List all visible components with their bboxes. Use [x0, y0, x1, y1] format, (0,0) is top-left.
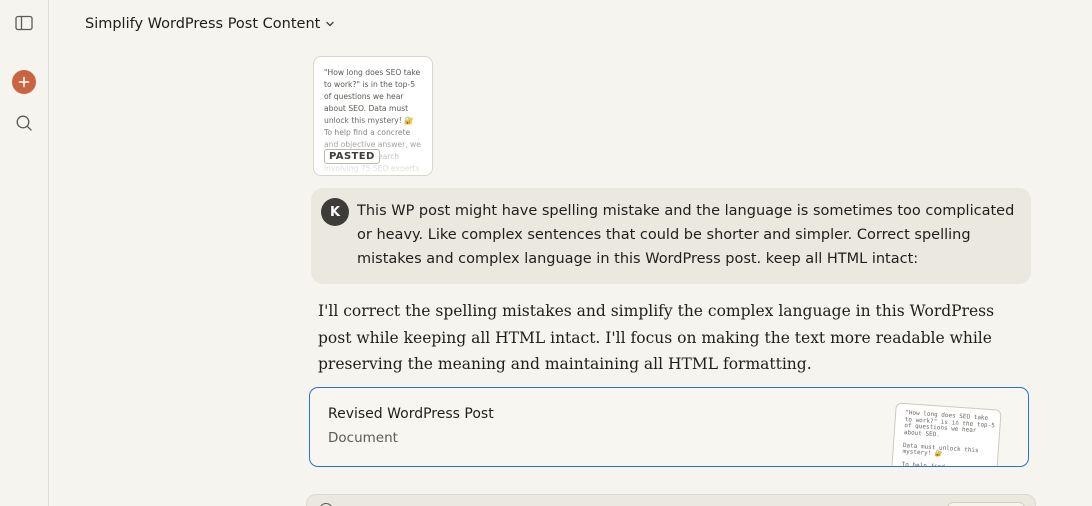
message-composer[interactable] — [306, 494, 1036, 506]
user-message-text: This WP post might have spelling mistake… — [357, 203, 1015, 267]
chat-title-dropdown[interactable]: Simplify WordPress Post Content — [85, 14, 335, 34]
new-chat-button[interactable] — [12, 70, 36, 94]
user-message: K This WP post might have spelling mista… — [311, 188, 1031, 284]
pasted-fade-overlay — [314, 115, 432, 175]
artifact-thumbnail: "How long does SEO take to work?" is in … — [890, 402, 1002, 467]
chevron-down-icon — [326, 21, 334, 27]
pasted-content-card[interactable]: "How long does SEO take to work?" is in … — [313, 56, 433, 176]
search-icon[interactable] — [15, 114, 33, 132]
composer-button[interactable] — [947, 502, 1025, 506]
plus-icon — [18, 76, 30, 88]
pasted-badge: PASTED — [324, 149, 380, 164]
artifact-thumbnail-text: "How long does SEO take to work?" is in … — [901, 409, 996, 467]
sidebar — [0, 0, 49, 506]
sidebar-toggle-icon[interactable] — [15, 15, 33, 31]
avatar: K — [321, 198, 349, 226]
artifact-type: Document — [328, 430, 398, 446]
chat-title: Simplify WordPress Post Content — [85, 16, 321, 32]
assistant-message-text: I'll correct the spelling mistakes and s… — [318, 302, 995, 373]
artifact-card[interactable]: Revised WordPress Post Document "How lon… — [309, 387, 1029, 467]
artifact-title: Revised WordPress Post — [328, 406, 494, 422]
